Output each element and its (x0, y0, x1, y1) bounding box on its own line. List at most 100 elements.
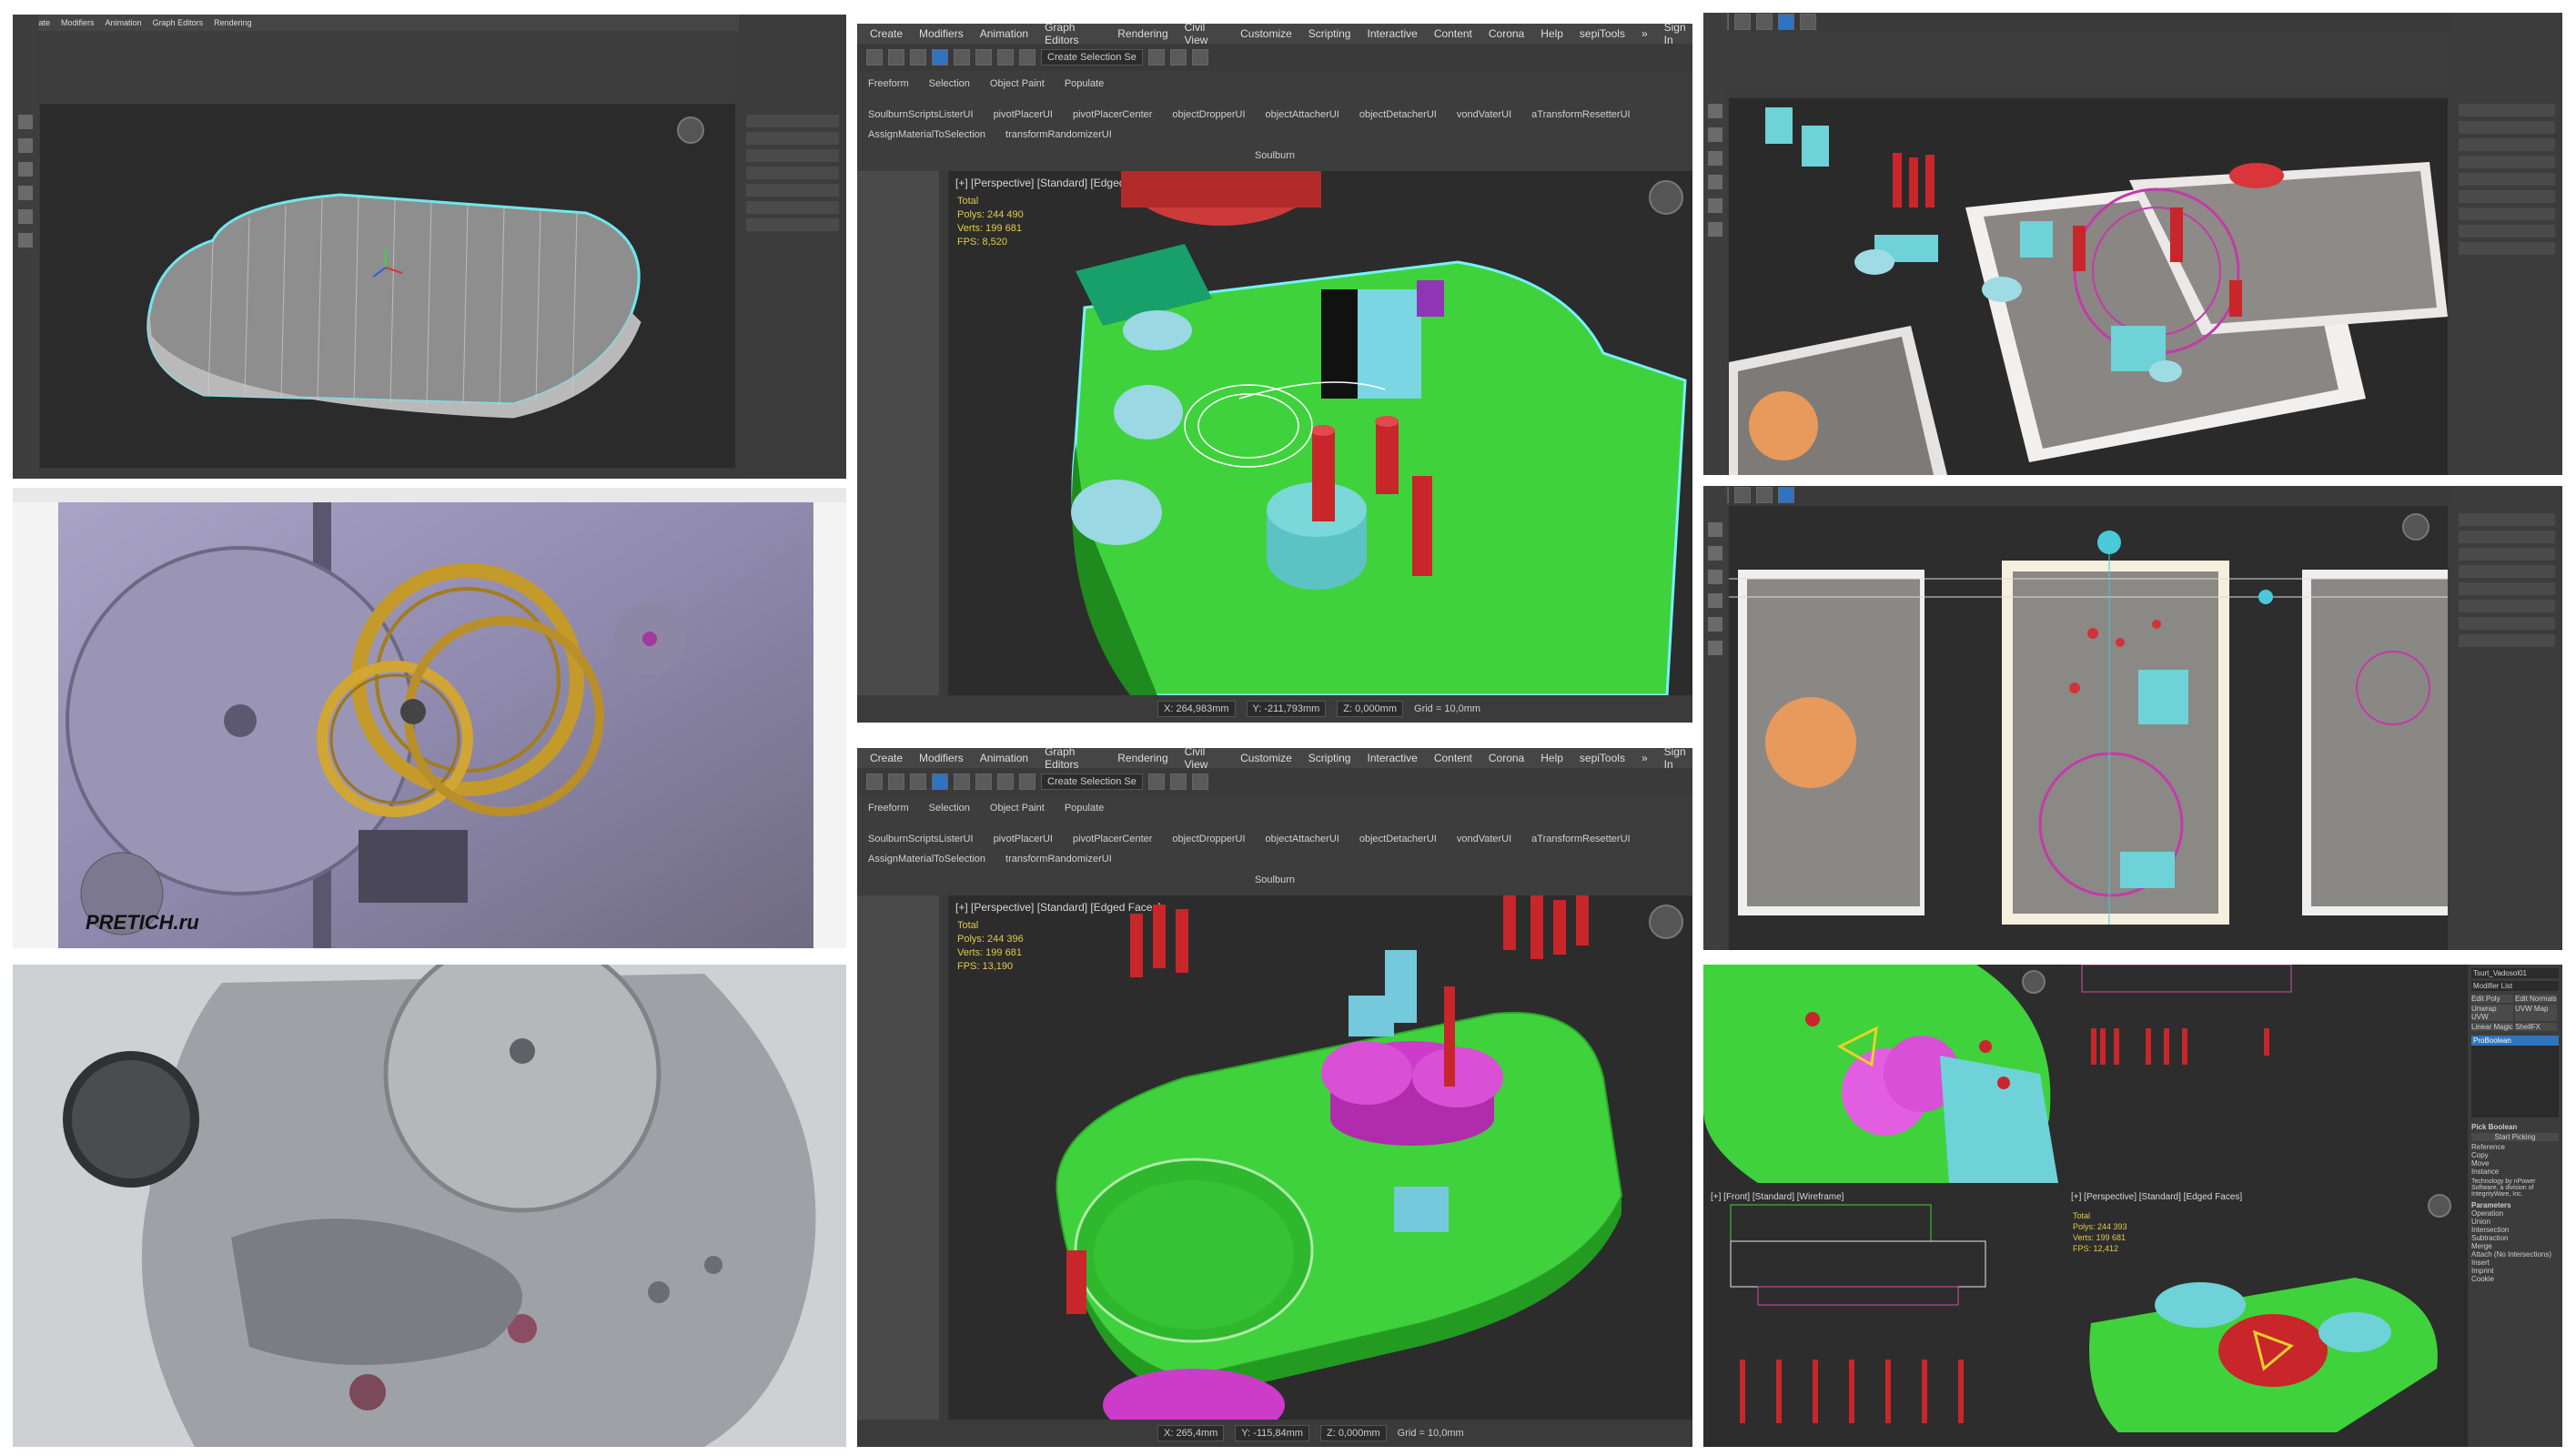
mirror-icon[interactable] (1147, 774, 1165, 790)
snap-icon[interactable] (997, 49, 1014, 66)
tool-icon[interactable] (18, 115, 33, 129)
viewcube-icon[interactable] (677, 116, 704, 144)
viewport[interactable] (1729, 98, 2448, 475)
menu-item[interactable]: Scripting (1308, 27, 1351, 40)
viewport[interactable] (1729, 506, 2448, 950)
menu-item[interactable]: Animation (980, 752, 1028, 764)
tool-icon[interactable] (1708, 222, 1722, 237)
scene-explorer[interactable] (857, 171, 939, 695)
script-button[interactable]: objectDropperUI (1172, 109, 1245, 123)
menu-item[interactable]: Modifiers (919, 752, 964, 764)
viewport-top-right[interactable] (2064, 965, 2464, 1183)
viewport-perspective[interactable]: [+] [Perspective] [Standard] [Edged Face… (948, 171, 1692, 695)
tool-icon[interactable] (1708, 617, 1722, 632)
more-menu[interactable]: » (1642, 27, 1648, 40)
move-icon[interactable] (932, 49, 948, 66)
tool-icon[interactable] (18, 186, 33, 200)
script-button[interactable]: AssignMaterialToSelection (868, 129, 985, 143)
menu-item[interactable]: Graph Editors (153, 18, 204, 27)
coord-z-field[interactable]: Z: 0,000mm (1319, 1425, 1387, 1441)
ribbon-tab[interactable]: Object Paint (990, 78, 1045, 92)
viewport-top-left[interactable] (1703, 965, 2060, 1183)
pick-option[interactable]: Copy (2471, 1151, 2559, 1159)
menu-item[interactable]: Corona (1489, 27, 1524, 40)
redo-icon[interactable] (1734, 14, 1751, 30)
rotate-icon[interactable] (954, 49, 970, 66)
script-button[interactable]: pivotPlacerUI (994, 109, 1053, 123)
scene-explorer[interactable] (857, 895, 939, 1420)
menu-item[interactable]: Scripting (1308, 752, 1351, 764)
menu-item[interactable]: Interactive (1367, 27, 1417, 40)
ribbon-tab[interactable]: Populate (1065, 803, 1104, 816)
menu-item[interactable]: Content (1434, 752, 1472, 764)
modifier-stack[interactable]: ProBoolean (2471, 1036, 2559, 1117)
selection-set-dropdown[interactable]: Create Selection Se (1041, 774, 1143, 790)
tool-icon[interactable] (1708, 198, 1722, 213)
render-icon[interactable] (1191, 774, 1208, 790)
sign-in-button[interactable]: Sign In (1664, 748, 1692, 771)
modifier-button[interactable]: ShellFX (2515, 1023, 2557, 1031)
select-icon[interactable] (910, 49, 926, 66)
menu-item[interactable]: Modifiers (61, 18, 95, 27)
snap-icon[interactable] (997, 774, 1014, 790)
menu-item[interactable]: Help (1541, 752, 1563, 764)
viewcube-icon[interactable] (2428, 1194, 2451, 1218)
pick-option[interactable]: Move (2471, 1159, 2559, 1168)
align-icon[interactable] (1169, 49, 1187, 66)
tool-icon[interactable] (18, 233, 33, 248)
pick-option[interactable]: Instance (2471, 1168, 2559, 1176)
tool-icon[interactable] (1708, 175, 1722, 189)
select-icon[interactable] (910, 774, 926, 790)
operation-option[interactable]: Subtraction (2471, 1234, 2559, 1242)
rotate-icon[interactable] (954, 774, 970, 790)
ribbon-tab[interactable]: Object Paint (990, 803, 1045, 816)
menu-item[interactable]: Customize (1240, 752, 1292, 764)
menu-item[interactable]: Create (870, 27, 903, 40)
modifier-button[interactable]: Edit Poly (2471, 995, 2513, 1003)
scale-icon[interactable] (975, 49, 992, 66)
viewport[interactable] (40, 104, 735, 468)
script-button[interactable]: objectAttacherUI (1266, 109, 1339, 123)
viewport-perspective[interactable]: [+] [Perspective] [Standard] [Edged Face… (948, 895, 1692, 1420)
script-button[interactable]: SoulburnScriptsListerUI (868, 834, 974, 847)
menu-item[interactable]: Civil View (1185, 748, 1224, 771)
tool-icon[interactable] (18, 162, 33, 177)
coord-x-field[interactable]: X: 264,983mm (1157, 701, 1236, 717)
menu-item[interactable]: Modifiers (919, 27, 964, 40)
viewcube-icon[interactable] (2402, 513, 2430, 541)
script-button[interactable]: pivotPlacerCenter (1073, 109, 1152, 123)
align-icon[interactable] (1169, 774, 1187, 790)
tool-icon[interactable] (18, 138, 33, 153)
more-menu[interactable]: » (1642, 752, 1648, 764)
move-icon[interactable] (1778, 487, 1794, 503)
move-icon[interactable] (1778, 14, 1794, 30)
coord-x-field[interactable]: X: 265,4mm (1157, 1425, 1225, 1441)
select-icon[interactable] (1756, 487, 1773, 503)
menu-item[interactable]: Create (870, 752, 903, 764)
coord-y-field[interactable]: Y: -211,793mm (1246, 701, 1327, 717)
script-button[interactable]: objectAttacherUI (1266, 834, 1339, 847)
rotate-icon[interactable] (1800, 14, 1816, 30)
menu-item[interactable]: sepiTools (1580, 752, 1625, 764)
cookie-checkbox[interactable]: Cookie (2471, 1275, 2559, 1283)
object-name-field[interactable]: Tsurt_Vadosol01 (2471, 968, 2559, 978)
imprint-checkbox[interactable]: Imprint (2471, 1267, 2559, 1275)
move-icon[interactable] (932, 774, 948, 790)
operation-option[interactable]: Intersection (2471, 1226, 2559, 1234)
script-button[interactable]: vondVaterUI (1457, 834, 1511, 847)
viewport-perspective[interactable]: [+] [Perspective] [Standard] [Edged Face… (2064, 1187, 2464, 1447)
select-icon[interactable] (1756, 14, 1773, 30)
script-button[interactable]: objectDetacherUI (1359, 834, 1437, 847)
script-button[interactable]: objectDropperUI (1172, 834, 1245, 847)
coord-z-field[interactable]: Z: 0,000mm (1337, 701, 1404, 717)
selection-set-dropdown[interactable]: Create Selection Se (1041, 49, 1143, 66)
menu-item[interactable]: Rendering (1117, 752, 1167, 764)
script-button[interactable]: pivotPlacerCenter (1073, 834, 1152, 847)
menu-item[interactable]: Civil View (1185, 24, 1224, 46)
menu-item[interactable]: Animation (106, 18, 142, 27)
script-button[interactable]: AssignMaterialToSelection (868, 854, 985, 867)
operation-option[interactable]: Union (2471, 1218, 2559, 1226)
tool-icon[interactable] (1708, 570, 1722, 584)
tool-icon[interactable] (1708, 641, 1722, 655)
menu-item[interactable]: Graph Editors (1045, 748, 1101, 771)
